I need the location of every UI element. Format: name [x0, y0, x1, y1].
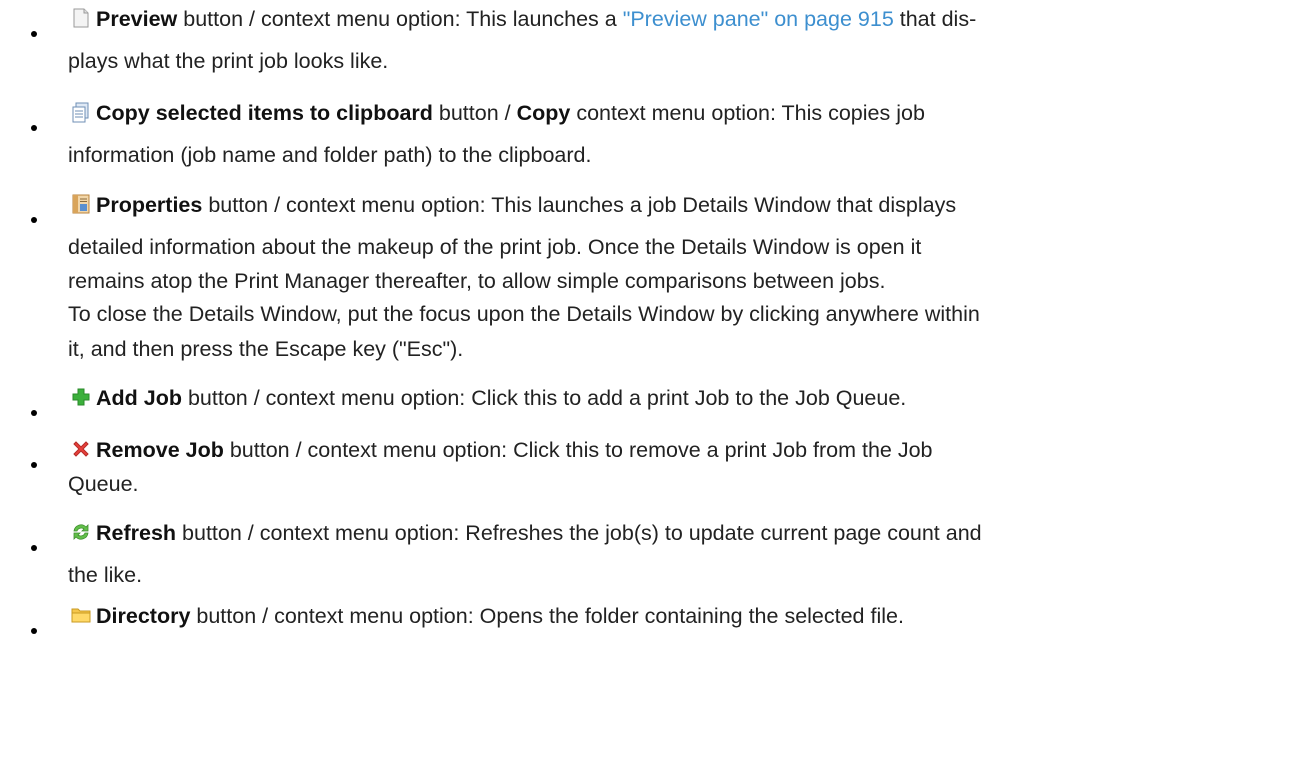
properties-label: Properties	[96, 193, 203, 217]
item-line: detailed information about the makeup of…	[68, 235, 922, 259]
item-text: that dis-	[893, 7, 977, 31]
item-line: Preview button / context menu option: Th…	[96, 4, 976, 34]
item-line: it, and then press the Escape key ("Esc"…	[68, 337, 464, 361]
bullet	[31, 462, 37, 468]
preview-pane-link[interactable]: "Preview pane" on page 915	[623, 7, 894, 31]
document-icon	[70, 7, 92, 29]
item-line: the like.	[68, 563, 143, 587]
item-text: context menu option: This copies job	[570, 101, 925, 125]
copy-label: Copy	[516, 101, 571, 125]
item-text: button / context menu option: Refreshes …	[176, 521, 982, 545]
directory-label: Directory	[96, 604, 191, 628]
remove-job-label: Remove Job	[96, 438, 224, 462]
item-line: To close the Details Window, put the foc…	[68, 302, 980, 326]
item-line: remains atop the Print Manager thereafte…	[68, 269, 886, 293]
folder-icon	[70, 604, 92, 626]
refresh-label: Refresh	[96, 521, 177, 545]
item-line: Remove Job button / context menu option:…	[96, 435, 933, 465]
properties-icon	[70, 193, 92, 215]
bullet	[31, 125, 37, 131]
refresh-icon	[70, 521, 92, 543]
item-line: Add Job button / context menu option: Cl…	[96, 383, 906, 413]
item-text: button /	[432, 101, 517, 125]
bullet	[31, 545, 37, 551]
item-line: Refresh button / context menu option: Re…	[96, 518, 982, 548]
item-line: information (job name and folder path) t…	[68, 143, 592, 167]
bullet-list: Preview button / context menu option: Th…	[0, 0, 1313, 775]
item-line: plays what the print job looks like.	[68, 49, 389, 73]
item-text: button / context menu option: This launc…	[202, 193, 957, 217]
preview-label: Preview	[96, 7, 178, 31]
copy-icon	[70, 101, 92, 123]
item-text: button / context menu option: Click this…	[182, 386, 907, 410]
bullet	[31, 410, 37, 416]
item-line: Properties button / context menu option:…	[96, 190, 956, 220]
copy-selected-label: Copy selected items to clipboard	[96, 101, 433, 125]
add-job-label: Add Job	[96, 386, 182, 410]
add-icon	[70, 386, 92, 408]
bullet	[31, 628, 37, 634]
item-text: button / context menu option: This launc…	[177, 7, 623, 31]
item-line: Queue.	[68, 472, 139, 496]
item-line: Directory button / context menu option: …	[96, 601, 904, 631]
item-text: button / context menu option: Opens the …	[190, 604, 904, 628]
bullet	[31, 31, 37, 37]
remove-icon	[70, 438, 92, 460]
item-text: button / context menu option: Click this…	[223, 438, 933, 462]
item-line: Copy selected items to clipboard button …	[96, 98, 925, 128]
bullet	[31, 217, 37, 223]
